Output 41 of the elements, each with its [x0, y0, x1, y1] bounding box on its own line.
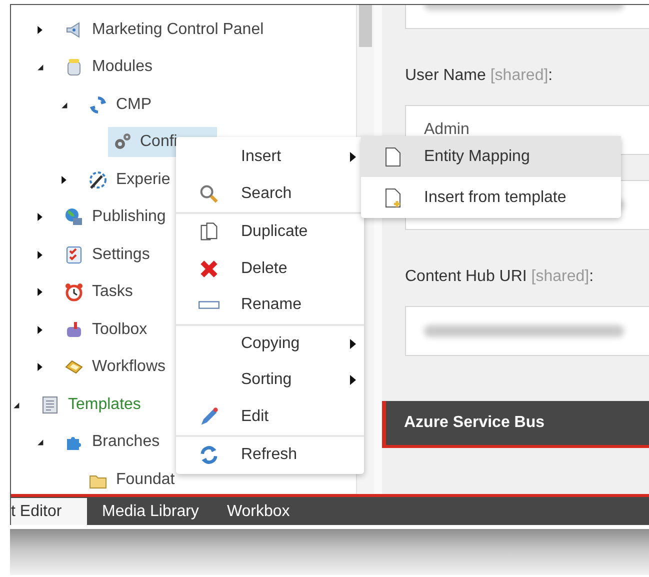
duplicate-icon [198, 221, 220, 244]
sync-icon [88, 94, 108, 115]
tree-item[interactable]: Branches [60, 427, 166, 458]
delete-icon [198, 258, 220, 280]
checklist-icon [64, 244, 84, 265]
menu-item[interactable]: Edit [176, 398, 364, 435]
field-label: User Name [shared]: [405, 67, 554, 86]
search-icon [198, 182, 220, 205]
tab[interactable]: Workbox [212, 498, 304, 525]
menu-item[interactable]: Entity Mapping [361, 136, 621, 177]
tree-item[interactable]: Marketing Control Panel [60, 14, 270, 45]
field-label: Content Hub URI [shared]: [405, 268, 595, 287]
menu-item[interactable]: Delete [176, 250, 364, 287]
section-header[interactable]: Azure Service Bus [382, 401, 649, 448]
tree-item[interactable]: Workflows [60, 352, 172, 382]
tab[interactable]: Media Library [88, 498, 213, 525]
menu-item[interactable]: Duplicate [176, 214, 364, 250]
input-field[interactable] [405, 306, 649, 356]
tree-item[interactable]: Toolbox [60, 314, 154, 345]
tree-item[interactable]: CMP [84, 90, 158, 120]
document-icon [385, 146, 401, 166]
wand-icon [88, 170, 108, 190]
document-plus-icon [385, 188, 401, 208]
tree-item[interactable]: Tasks [60, 277, 139, 308]
tree-item[interactable]: Experie [84, 164, 176, 195]
globe-icon [64, 207, 84, 228]
menu-item[interactable]: Copying [176, 326, 364, 362]
tree-item[interactable]: Templates [36, 390, 147, 420]
menu-item[interactable]: Rename [176, 287, 364, 324]
menu-item[interactable]: Insert from template [361, 177, 621, 218]
menu-item[interactable]: Sorting [176, 362, 364, 398]
tree-item[interactable]: Publishing [60, 202, 172, 232]
alarm-clock-icon [64, 282, 84, 302]
menu-item[interactable]: Search [176, 176, 364, 212]
mailbox-icon [64, 320, 84, 340]
refresh-icon [198, 444, 220, 466]
scrollbar-thumb[interactable] [359, 5, 372, 47]
tree-item[interactable]: Settings [60, 240, 156, 270]
form-icon [40, 394, 60, 415]
tab[interactable]: t Editor [11, 498, 87, 525]
tree-item[interactable]: Modules [60, 52, 158, 82]
